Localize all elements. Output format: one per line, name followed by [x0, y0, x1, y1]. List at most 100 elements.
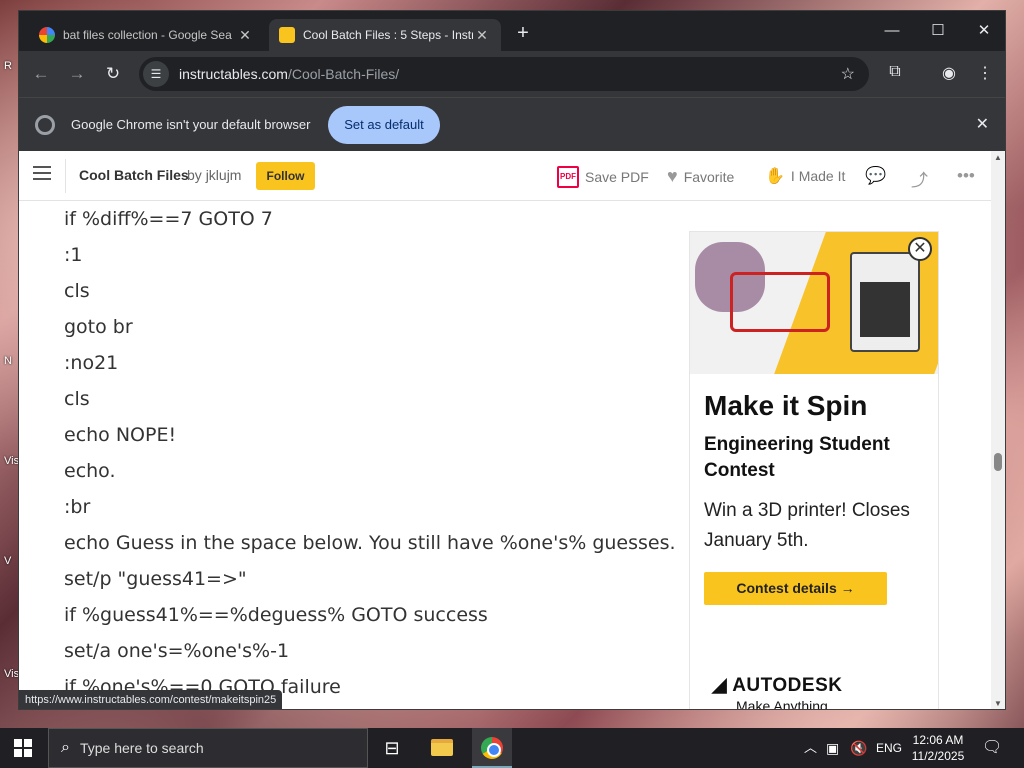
desktop-icon-label[interactable]: V — [4, 555, 11, 567]
taskbar-search[interactable]: ⌕ Type here to search — [48, 728, 368, 768]
search-placeholder: Type here to search — [79, 740, 204, 756]
browser-window: bat files collection - Google Sea ✕ Cool… — [18, 10, 1006, 710]
new-tab-button[interactable]: + — [510, 21, 536, 47]
code-line: echo Guess in the space below. You still… — [64, 532, 676, 554]
infobar-message: Google Chrome isn't your default browser — [71, 117, 311, 132]
author-byline: by jklujm — [187, 167, 241, 183]
notifications-icon[interactable]: 🗨 — [982, 728, 1002, 768]
folder-icon — [431, 739, 453, 756]
contest-ad[interactable]: ✕ Make it Spin Engineering Student Conte… — [689, 231, 939, 710]
profile-icon[interactable]: ◉ — [937, 63, 961, 83]
site-info-icon[interactable]: ☰ — [143, 61, 169, 87]
tab-google-search[interactable]: bat files collection - Google Sea ✕ — [29, 19, 264, 51]
back-button[interactable]: ← — [27, 61, 55, 87]
ad-image — [690, 232, 938, 374]
instructables-icon — [279, 27, 295, 43]
clock-time: 12:06 AM — [912, 733, 964, 747]
taskbar: ⌕ Type here to search ⊟ ︿ ▣ 🔇 ENG 12:06 … — [0, 728, 1024, 768]
desktop-icon-label[interactable]: R — [4, 60, 12, 72]
code-line: :1 — [64, 244, 83, 266]
made-it-label: I Made It — [790, 168, 846, 184]
lens-icon[interactable]: ⧉ — [883, 63, 907, 81]
ad-brand: AUTODESK — [732, 675, 843, 696]
ad-body: Win a 3D printer! Closes January 5th. — [704, 500, 910, 551]
task-view-icon[interactable]: ⊟ — [372, 728, 412, 768]
address-bar[interactable]: ☰ instructables.com/Cool-Batch-Files/ ☆ — [139, 57, 869, 91]
page-scrollbar[interactable]: ▲ ▼ — [991, 151, 1005, 709]
network-icon[interactable]: ▣ — [826, 728, 839, 768]
code-line: goto br — [64, 316, 133, 338]
code-line: echo NOPE! — [64, 424, 177, 446]
tab-title: bat files collection - Google Sea — [63, 28, 232, 42]
favorite-button[interactable]: ♥ Favorite — [667, 166, 734, 187]
code-line: if %guess41%==%deguess% GOTO success — [64, 604, 488, 626]
chrome-taskbar-icon[interactable] — [472, 728, 512, 768]
pdf-icon: PDF — [557, 166, 579, 188]
code-block: if %diff%==7 GOTO 7 :1 cls goto br :no21… — [64, 207, 684, 709]
page-header: Cool Batch Files by jklujm Follow PDF Sa… — [19, 151, 991, 201]
author-link[interactable]: jklujm — [206, 167, 242, 183]
desktop-icon-label[interactable]: Vis — [4, 455, 19, 467]
minimize-button[interactable]: — — [869, 11, 915, 51]
share-icon[interactable]: ⤴ — [911, 166, 928, 191]
url-text[interactable]: instructables.com/Cool-Batch-Files/ — [179, 66, 399, 82]
code-line: echo. — [64, 460, 116, 482]
hamburger-menu-icon[interactable] — [33, 166, 51, 180]
favorite-label: Favorite — [683, 168, 735, 185]
default-browser-infobar: Google Chrome isn't your default browser… — [19, 97, 1005, 151]
scrollbar-thumb[interactable] — [994, 453, 1002, 471]
browser-toolbar: ← → ↻ ☰ instructables.com/Cool-Batch-Fil… — [19, 51, 1005, 97]
scroll-down-arrow-icon[interactable]: ▼ — [994, 699, 1002, 708]
i-made-it-button[interactable]: ✋ I Made It — [765, 166, 845, 186]
volume-muted-icon[interactable]: 🔇 — [850, 728, 867, 768]
reload-button[interactable]: ↻ — [99, 61, 127, 87]
autodesk-logo: ◢ AUTODESK — [712, 675, 843, 696]
scroll-up-arrow-icon[interactable]: ▲ — [994, 153, 1002, 162]
save-pdf-button[interactable]: PDF Save PDF — [557, 166, 649, 188]
tab-instructables[interactable]: Cool Batch Files : 5 Steps - Instr ✕ — [269, 19, 501, 51]
contest-details-button[interactable]: Contest details → — [704, 572, 887, 605]
code-line: set/a one's=%one's%-1 — [64, 640, 290, 662]
language-indicator[interactable]: ENG — [876, 728, 902, 768]
comments-icon[interactable]: 💬 — [865, 166, 886, 186]
desktop-icon-label[interactable]: Vis — [4, 668, 19, 680]
close-window-button[interactable]: ✕ — [961, 11, 1005, 51]
ad-subhead: Engineering Student Contest — [704, 434, 890, 481]
set-default-button[interactable]: Set as default — [328, 106, 440, 144]
maximize-button[interactable]: ☐ — [915, 11, 961, 51]
ad-tagline: Make Anything — [736, 698, 828, 710]
code-line: :no21 — [64, 352, 119, 374]
link-status-url: https://www.instructables.com/contest/ma… — [19, 690, 283, 709]
chrome-logo-icon — [481, 737, 503, 759]
ad-image-3d-printer — [850, 252, 920, 352]
chrome-icon — [35, 115, 55, 135]
google-icon — [39, 27, 55, 43]
close-infobar-icon[interactable]: ✕ — [976, 114, 989, 134]
windows-start-icon[interactable] — [14, 739, 32, 757]
bookmark-star-icon[interactable]: ☆ — [841, 64, 855, 84]
hand-icon: ✋ — [765, 168, 785, 185]
tab-title: Cool Batch Files : 5 Steps - Instr — [303, 28, 473, 42]
divider — [65, 159, 66, 193]
follow-button[interactable]: Follow — [256, 162, 315, 190]
file-explorer-icon[interactable] — [422, 728, 462, 768]
code-line: cls — [64, 388, 90, 410]
ad-image-robot — [730, 272, 830, 332]
code-line: :br — [64, 496, 91, 518]
close-ad-icon[interactable]: ✕ — [908, 237, 932, 261]
project-title: Cool Batch Files — [79, 167, 189, 183]
ad-headline: Make it Spin — [704, 390, 868, 421]
show-hidden-icons-icon[interactable]: ︿ — [804, 728, 817, 768]
clock[interactable]: 12:06 AM 11/2/2025 — [900, 732, 976, 764]
web-page: Cool Batch Files by jklujm Follow PDF Sa… — [19, 151, 991, 710]
close-tab-icon[interactable]: ✕ — [236, 27, 254, 44]
tab-strip: bat files collection - Google Sea ✕ Cool… — [19, 11, 1005, 51]
code-line: if %diff%==7 GOTO 7 — [64, 208, 273, 230]
heart-icon: ♥ — [667, 166, 678, 186]
close-tab-icon[interactable]: ✕ — [473, 27, 491, 44]
more-options-icon[interactable]: ••• — [957, 166, 975, 186]
menu-icon[interactable]: ⋮ — [973, 63, 997, 83]
code-line: cls — [64, 280, 90, 302]
desktop-icon-label[interactable]: N — [4, 355, 12, 367]
forward-button[interactable]: → — [63, 61, 91, 87]
